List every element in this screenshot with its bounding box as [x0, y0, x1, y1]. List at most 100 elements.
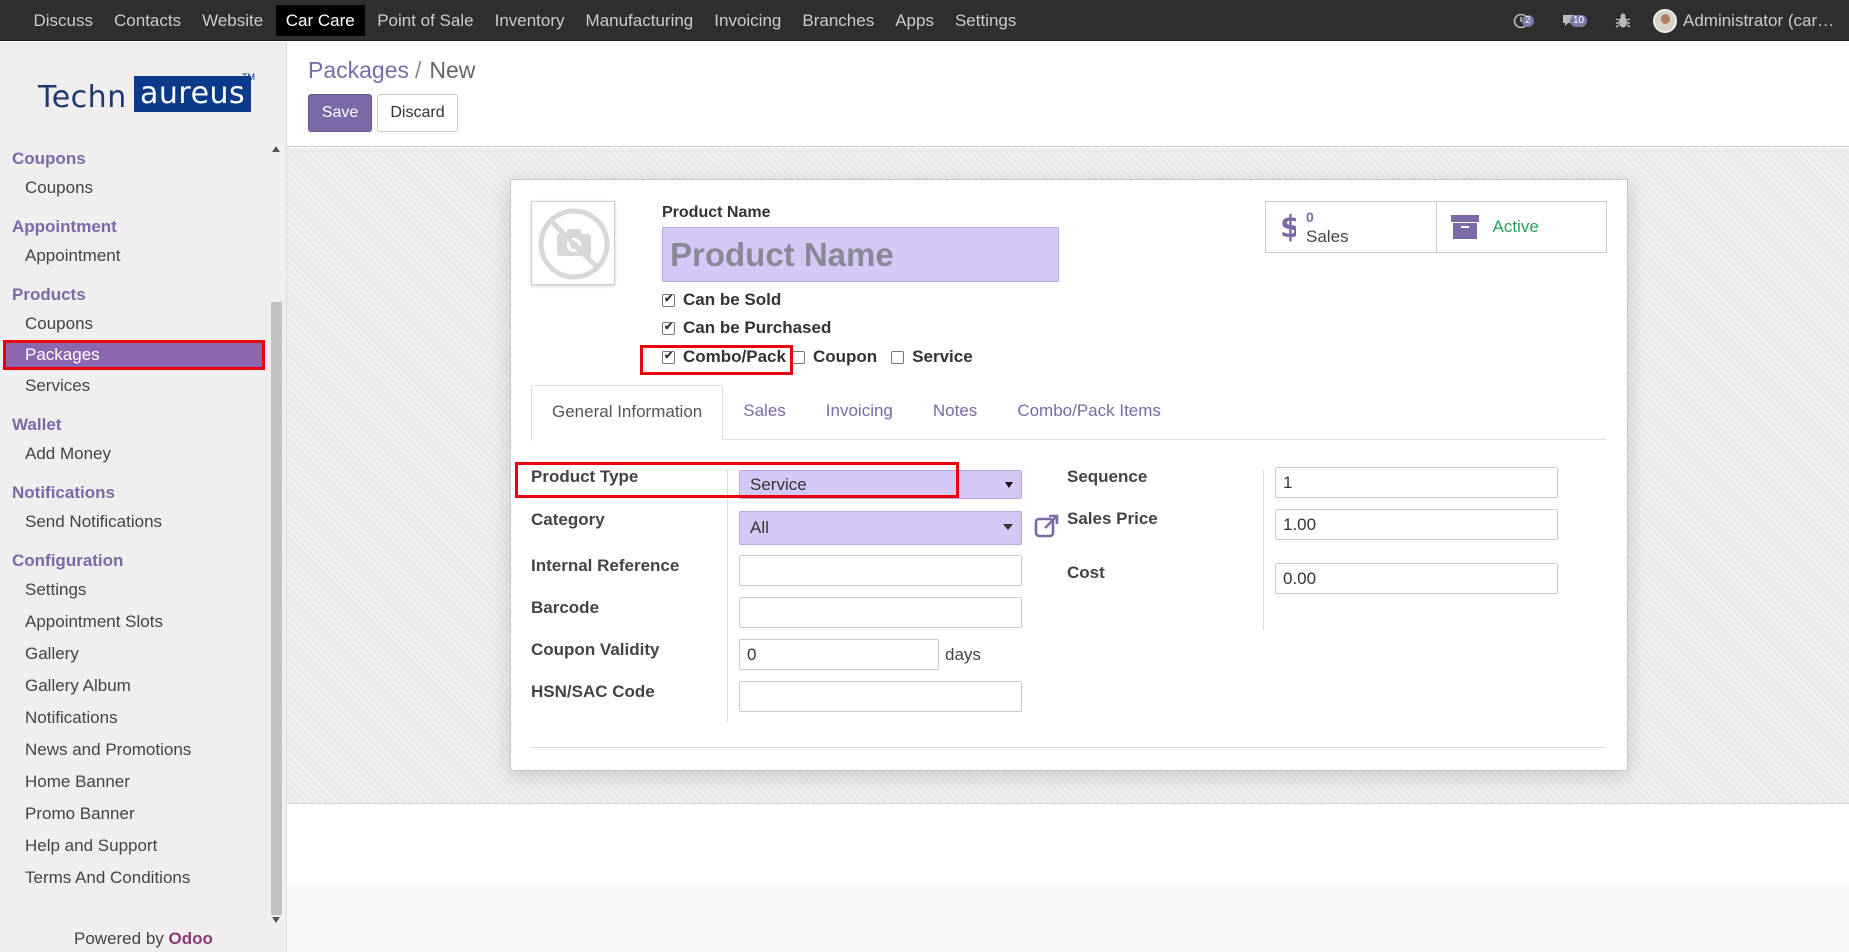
breadcrumb-current: New: [429, 57, 476, 83]
save-button[interactable]: Save: [308, 94, 372, 132]
sidebar-item-notifications[interactable]: Notifications: [0, 702, 268, 734]
sidebar-group-products[interactable]: Products: [0, 281, 268, 308]
scroll-up-icon[interactable]: [272, 146, 280, 152]
user-menu[interactable]: Administrator (car_care...: [1683, 11, 1843, 31]
cost-label: Cost: [1067, 563, 1105, 582]
scroll-thumb[interactable]: [271, 302, 282, 915]
sidebar-item-gallery[interactable]: Gallery: [0, 638, 268, 670]
sidebar-item-appointment-slots[interactable]: Appointment Slots: [0, 606, 268, 638]
days-label: days: [945, 645, 981, 664]
breadcrumb-separator: /: [415, 57, 422, 83]
sidebar-item-send-notifications[interactable]: Send Notifications: [0, 506, 268, 538]
sales-count: 0: [1306, 209, 1314, 225]
coupon-checkbox[interactable]: [791, 350, 805, 364]
notebook-tabs: General Information Sales Invoicing Note…: [531, 385, 1606, 441]
tab-combo-pack-items[interactable]: Combo/Pack Items: [997, 385, 1181, 440]
combo-pack-highlight: [640, 345, 793, 375]
sidebar-item-services[interactable]: Services: [0, 370, 268, 402]
tab-invoicing[interactable]: Invoicing: [806, 385, 913, 440]
sidebar-item-news-promotions[interactable]: News and Promotions: [0, 734, 268, 766]
caret-down-icon: [1005, 482, 1013, 488]
sidebar: Techn aureus TM Coupons Coupons Appointm…: [0, 42, 287, 952]
menu-discuss[interactable]: Discuss: [23, 0, 104, 41]
category-select[interactable]: All: [739, 511, 1022, 545]
sidebar-item-settings[interactable]: Settings: [0, 574, 268, 606]
activity-button[interactable]: 2: [1513, 10, 1535, 32]
sidebar-group-wallet[interactable]: Wallet: [0, 411, 268, 438]
tab-general-information[interactable]: General Information: [531, 385, 724, 441]
service-checkbox[interactable]: [891, 350, 905, 364]
sidebar-group-notifications[interactable]: Notifications: [0, 479, 268, 506]
right-group-divider: [1263, 470, 1264, 630]
product-name-label: Product Name: [662, 204, 771, 221]
sidebar-item-gallery-album[interactable]: Gallery Album: [0, 670, 268, 702]
menu-settings[interactable]: Settings: [944, 0, 1026, 41]
sidebar-item-promo-banner[interactable]: Promo Banner: [0, 798, 268, 830]
menu-manufacturing[interactable]: Manufacturing: [575, 0, 704, 41]
sales-price-label: Sales Price: [1067, 509, 1158, 528]
top-navbar: Discuss Contacts Website Car Care Point …: [0, 0, 1849, 41]
sidebar-item-add-money[interactable]: Add Money: [0, 438, 268, 470]
menu-website[interactable]: Website: [192, 0, 274, 41]
barcode-input[interactable]: [739, 597, 1022, 628]
sidebar-menu: Coupons Coupons Appointment Appointment …: [0, 145, 268, 894]
sidebar-item-home-banner[interactable]: Home Banner: [0, 766, 268, 798]
sidebar-item-packages[interactable]: Packages: [3, 340, 265, 370]
menu-car-care[interactable]: Car Care: [275, 5, 365, 36]
can-be-purchased-row: Can be Purchased: [662, 318, 831, 338]
breadcrumb: Packages / New: [308, 57, 475, 84]
tab-notes[interactable]: Notes: [913, 385, 997, 440]
hsn-sac-input[interactable]: [739, 681, 1022, 712]
sidebar-group-coupons[interactable]: Coupons: [0, 145, 268, 172]
menu-apps[interactable]: Apps: [885, 0, 945, 41]
powered-by-text: Powered by: [74, 929, 164, 948]
menu-invoicing[interactable]: Invoicing: [704, 0, 792, 41]
bug-icon: [1615, 13, 1631, 28]
external-link-icon[interactable]: [1034, 513, 1060, 539]
menu-contacts[interactable]: Contacts: [104, 0, 192, 41]
tab-sales[interactable]: Sales: [723, 385, 806, 440]
cost-input[interactable]: 0.00: [1275, 563, 1558, 594]
content-below: [287, 804, 1849, 887]
coupon-validity-input[interactable]: 0: [739, 639, 939, 670]
can-be-purchased-checkbox[interactable]: [662, 320, 675, 335]
coupon-label: Coupon: [812, 347, 878, 366]
logo-trademark: TM: [242, 72, 255, 82]
menu-branches[interactable]: Branches: [792, 0, 885, 41]
can-be-purchased-label: Can be Purchased: [683, 318, 832, 337]
can-be-sold-checkbox[interactable]: [662, 292, 675, 307]
service-label: Service: [912, 347, 973, 366]
menu-point-of-sale[interactable]: Point of Sale: [367, 0, 484, 41]
barcode-label: Barcode: [531, 598, 600, 617]
form-sheet: Product Name Product Name Can be Sold Ca…: [510, 179, 1628, 771]
sidebar-scrollbar[interactable]: [269, 142, 284, 927]
hsn-sac-label: HSN/SAC Code: [531, 682, 655, 701]
sidebar-item-appointment[interactable]: Appointment: [0, 240, 268, 272]
sidebar-group-configuration[interactable]: Configuration: [0, 547, 268, 574]
breadcrumb-packages[interactable]: Packages: [308, 57, 409, 83]
archive-icon: [1450, 215, 1479, 239]
debug-button[interactable]: [1613, 10, 1635, 32]
menu-inventory[interactable]: Inventory: [484, 0, 575, 41]
sidebar-item-terms[interactable]: Terms And Conditions: [0, 862, 268, 894]
product-name-input[interactable]: Product Name: [662, 227, 1059, 282]
sales-smart-button[interactable]: $ 0 Sales: [1266, 202, 1436, 252]
user-avatar[interactable]: [1653, 8, 1677, 33]
product-image[interactable]: [531, 201, 615, 285]
sidebar-group-appointment[interactable]: Appointment: [0, 213, 268, 240]
sales-price-input[interactable]: 1.00: [1275, 509, 1558, 540]
activity-badge: 2: [1522, 14, 1534, 27]
coupon-validity-label: Coupon Validity: [531, 640, 660, 659]
active-toggle-button[interactable]: Active: [1435, 202, 1607, 252]
messages-badge: 10: [1570, 14, 1588, 27]
messages-button[interactable]: 10: [1561, 10, 1588, 32]
odoo-link[interactable]: Odoo: [169, 929, 213, 948]
discard-button[interactable]: Discard: [377, 94, 458, 132]
sidebar-item-help-support[interactable]: Help and Support: [0, 830, 268, 862]
scroll-down-icon[interactable]: [272, 917, 280, 923]
sidebar-item-coupons[interactable]: Coupons: [0, 172, 268, 204]
category-value: All: [750, 518, 769, 537]
sidebar-item-product-coupons[interactable]: Coupons: [0, 308, 268, 340]
sequence-input[interactable]: 1: [1275, 467, 1558, 498]
internal-reference-input[interactable]: [739, 555, 1022, 586]
